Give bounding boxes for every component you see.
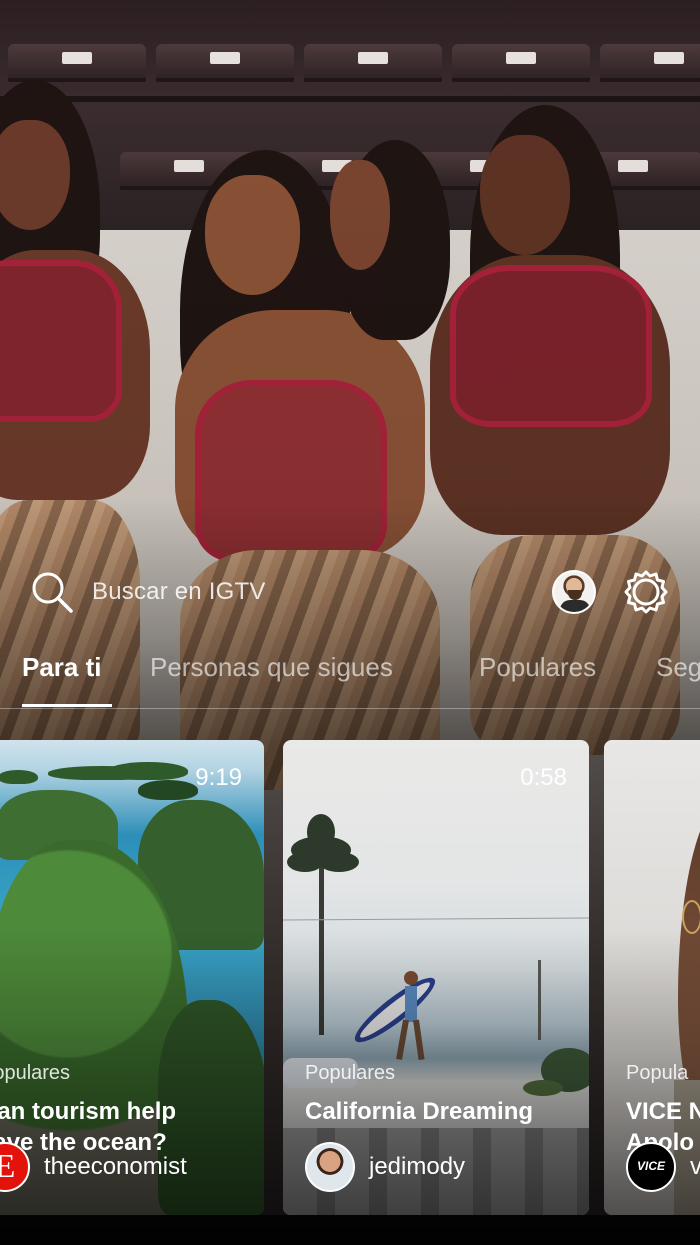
- video-title: Can tourism help save the ocean?: [0, 1098, 177, 1156]
- search-input[interactable]: Buscar en IGTV: [92, 578, 266, 606]
- bottom-edge: [0, 1215, 700, 1245]
- settings-gear-icon[interactable]: [622, 568, 670, 616]
- video-category: Popula: [626, 1062, 689, 1084]
- search-bar[interactable]: Buscar en IGTV: [0, 560, 700, 624]
- video-carousel: 9:19 Populares Can tourism help save the…: [0, 740, 700, 1215]
- video-card[interactable]: Popula VICE N Apolo VICE v: [604, 740, 700, 1215]
- channel-name[interactable]: theeconomist: [44, 1153, 187, 1181]
- active-tab-indicator: [22, 704, 112, 707]
- tabs-divider: [0, 708, 700, 709]
- tab-personas-que-sigues[interactable]: Personas que sigues: [150, 652, 393, 683]
- search-icon[interactable]: [28, 568, 76, 616]
- channel-avatar-jedimody[interactable]: [305, 1142, 355, 1192]
- video-title: California Dreaming: [305, 1098, 534, 1125]
- igtv-screen: Buscar en IGTV Para ti Personas que sigu…: [0, 0, 700, 1245]
- tab-populares[interactable]: Populares: [479, 652, 596, 683]
- profile-avatar[interactable]: [552, 570, 596, 614]
- channel-logo-vice[interactable]: VICE: [626, 1142, 676, 1192]
- video-category: Populares: [0, 1062, 71, 1084]
- video-category: Populares: [305, 1062, 396, 1084]
- channel-logo-economist[interactable]: E: [0, 1142, 30, 1192]
- tab-seguidos[interactable]: Seg: [656, 652, 700, 683]
- video-duration: 0:58: [520, 764, 567, 791]
- tab-bar: Para ti Personas que sigues Populares Se…: [0, 640, 700, 710]
- channel-name[interactable]: v: [690, 1153, 700, 1181]
- channel-name[interactable]: jedimody: [369, 1153, 465, 1181]
- tab-para-ti[interactable]: Para ti: [22, 652, 102, 683]
- video-card[interactable]: 9:19 Populares Can tourism help save the…: [0, 740, 264, 1215]
- video-card[interactable]: 0:58 Populares California Dreaming jedim…: [283, 740, 589, 1215]
- video-duration: 9:19: [195, 764, 242, 791]
